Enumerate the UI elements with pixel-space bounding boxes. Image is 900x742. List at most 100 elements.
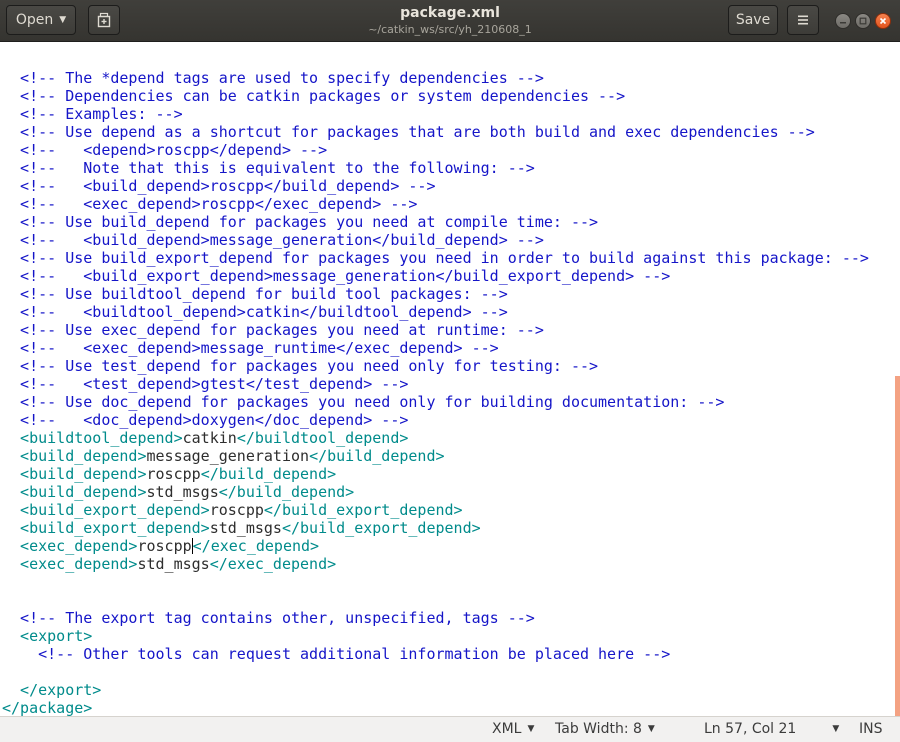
- xml-comment: <!-- Note that this is equivalent to the…: [2, 159, 535, 177]
- code-line: <!-- Note that this is equivalent to the…: [2, 159, 869, 177]
- xml-comment: <!-- The *depend tags are used to specif…: [2, 69, 544, 87]
- maximize-icon: [859, 17, 867, 25]
- open-button[interactable]: Open ▼: [6, 5, 76, 35]
- document-path: ~/catkin_ws/src/yh_210608_1: [368, 23, 532, 36]
- cursor-position-label: Ln 57, Col 21: [704, 721, 797, 737]
- code-line: <!-- <test_depend>gtest</test_depend> --…: [2, 375, 869, 393]
- triangle-down-icon: ▼: [832, 724, 840, 734]
- code-line: <buildtool_depend>catkin</buildtool_depe…: [2, 429, 869, 447]
- xml-comment: <!-- <build_export_depend>message_genera…: [2, 267, 671, 285]
- status-bar: XML ▼ Tab Width: 8 ▼ Ln 57, Col 21 ▼ INS: [0, 716, 900, 742]
- xml-comment: <!-- The export tag contains other, unsp…: [2, 609, 535, 627]
- new-document-button[interactable]: [88, 5, 120, 35]
- xml-comment: <!-- <doc_depend>doxygen</doc_depend> --…: [2, 411, 409, 429]
- xml-comment: <!-- Other tools can request additional …: [2, 645, 671, 663]
- xml-tag: </buildtool_depend>: [236, 429, 409, 447]
- code-view[interactable]: <!-- The *depend tags are used to specif…: [2, 69, 869, 716]
- xml-comment: <!-- <exec_depend>message_runtime</exec_…: [2, 339, 499, 357]
- xml-text: std_msgs: [146, 483, 219, 501]
- code-line: <exec_depend>roscpp</exec_depend>: [2, 537, 869, 555]
- code-line: <exec_depend>std_msgs</exec_depend>: [2, 555, 869, 573]
- hamburger-menu-icon: [798, 15, 808, 25]
- code-line: <!-- The *depend tags are used to specif…: [2, 69, 869, 87]
- code-line: <!-- The export tag contains other, unsp…: [2, 609, 869, 627]
- xml-comment: <!-- Dependencies can be catkin packages…: [2, 87, 626, 105]
- xml-tag: <build_depend>: [2, 465, 147, 483]
- xml-text: roscpp: [209, 501, 264, 519]
- xml-text: roscpp: [137, 537, 192, 555]
- close-button[interactable]: [875, 13, 891, 29]
- xml-text: catkin: [182, 429, 237, 447]
- xml-text: message_generation: [146, 447, 310, 465]
- code-line: <!-- <exec_depend>roscpp</exec_depend> -…: [2, 195, 869, 213]
- code-line: <build_export_depend>std_msgs</build_exp…: [2, 519, 869, 537]
- code-line: <!-- Use buildtool_depend for build tool…: [2, 285, 869, 303]
- xml-comment: <!-- <buildtool_depend>catkin</buildtool…: [2, 303, 508, 321]
- xml-comment: <!-- Examples: -->: [2, 105, 183, 123]
- code-line: <export>: [2, 627, 869, 645]
- save-button[interactable]: Save: [728, 5, 778, 35]
- code-line: <!-- Examples: -->: [2, 105, 869, 123]
- triangle-down-icon: ▼: [647, 724, 655, 734]
- xml-tag: </build_depend>: [309, 447, 445, 465]
- code-line: <!-- Dependencies can be catkin packages…: [2, 87, 869, 105]
- new-document-icon: [97, 12, 111, 28]
- code-line: </package>: [2, 699, 869, 716]
- xml-tag: </export>: [2, 681, 102, 699]
- xml-tag: </exec_depend>: [209, 555, 337, 573]
- xml-tag: </build_export_depend>: [281, 519, 481, 537]
- xml-tag: <build_depend>: [2, 447, 147, 465]
- open-label: Open: [15, 12, 54, 28]
- minimize-icon: [840, 22, 846, 24]
- code-line: <!-- Use test_depend for packages you ne…: [2, 357, 869, 375]
- xml-tag: <export>: [2, 627, 93, 645]
- close-icon: [879, 17, 887, 25]
- xml-text: std_msgs: [137, 555, 210, 573]
- xml-comment: <!-- <build_depend>roscpp</build_depend>…: [2, 177, 436, 195]
- insert-mode-indicator[interactable]: INS: [859, 721, 883, 737]
- code-line: <!-- Use doc_depend for packages you nee…: [2, 393, 869, 411]
- code-line: <!-- Other tools can request additional …: [2, 645, 869, 663]
- xml-tag: </build_depend>: [218, 483, 355, 501]
- xml-comment: <!-- Use build_depend for packages you n…: [2, 213, 599, 231]
- xml-tag: <exec_depend>: [2, 537, 138, 555]
- maximize-button[interactable]: [855, 13, 871, 29]
- code-line: </export>: [2, 681, 869, 699]
- document-title: package.xml: [400, 5, 500, 21]
- code-line: <!-- Use build_export_depend for package…: [2, 249, 869, 267]
- language-selector[interactable]: XML ▼: [492, 721, 534, 737]
- xml-comment: <!-- Use depend as a shortcut for packag…: [2, 123, 815, 141]
- code-line: <!-- <build_depend>roscpp</build_depend>…: [2, 177, 869, 195]
- minimize-button[interactable]: [835, 13, 851, 29]
- xml-tag: </build_export_depend>: [263, 501, 463, 519]
- header-bar: Open ▼ package.xml ~/catkin_ws/src/yh_21…: [0, 0, 900, 42]
- xml-tag: <build_export_depend>: [2, 519, 210, 537]
- language-label: XML: [492, 721, 522, 737]
- triangle-down-icon: ▼: [527, 724, 535, 734]
- xml-comment: <!-- Use test_depend for packages you ne…: [2, 357, 599, 375]
- text-editor[interactable]: <!-- The *depend tags are used to specif…: [0, 42, 900, 716]
- code-line: <!-- Use depend as a shortcut for packag…: [2, 123, 869, 141]
- xml-comment: <!-- Use buildtool_depend for build tool…: [2, 285, 508, 303]
- xml-tag: </build_depend>: [200, 465, 337, 483]
- code-line: <!-- <exec_depend>message_runtime</exec_…: [2, 339, 869, 357]
- cursor-position-selector[interactable]: Ln 57, Col 21 ▼: [704, 721, 839, 737]
- xml-comment: <!-- <build_depend>message_generation</b…: [2, 231, 544, 249]
- xml-comment: <!-- <test_depend>gtest</test_depend> --…: [2, 375, 409, 393]
- xml-comment: <!-- Use exec_depend for packages you ne…: [2, 321, 544, 339]
- xml-tag: </exec_depend>: [192, 537, 320, 555]
- menu-button[interactable]: [787, 5, 819, 35]
- xml-comment: <!-- Use build_export_depend for package…: [2, 249, 869, 267]
- xml-tag: <build_export_depend>: [2, 501, 210, 519]
- code-line: <!-- <doc_depend>doxygen</doc_depend> --…: [2, 411, 869, 429]
- tab-width-selector[interactable]: Tab Width: 8 ▼: [555, 721, 655, 737]
- xml-tag: <buildtool_depend>: [2, 429, 183, 447]
- code-line: <build_depend>message_generation</build_…: [2, 447, 869, 465]
- code-line: <build_export_depend>roscpp</build_expor…: [2, 501, 869, 519]
- code-line: <build_depend>std_msgs</build_depend>: [2, 483, 869, 501]
- scrollbar[interactable]: [895, 376, 900, 716]
- xml-tag: </package>: [2, 699, 93, 716]
